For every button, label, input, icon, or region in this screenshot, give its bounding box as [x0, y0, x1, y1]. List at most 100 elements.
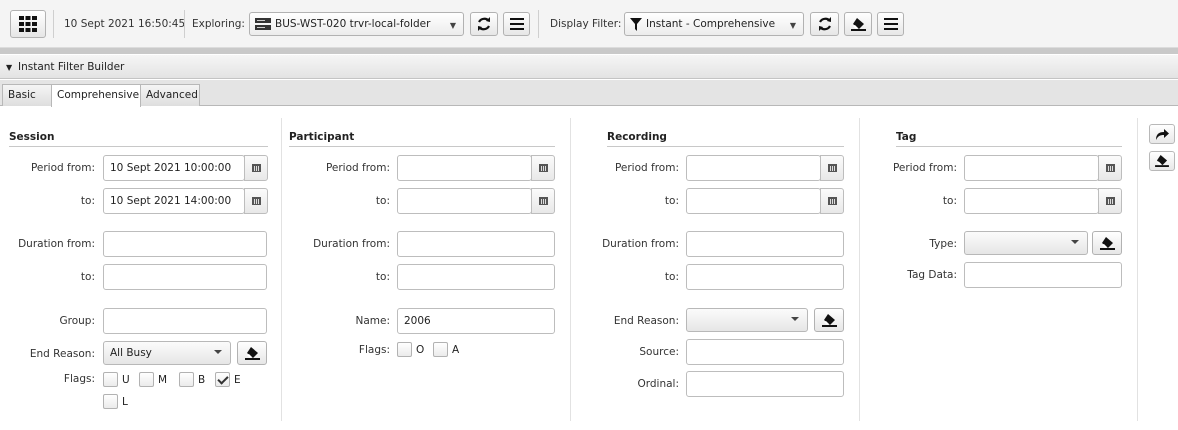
filter-tab-bar: Basic Comprehensive Advanced [0, 80, 1178, 107]
recording-period-to-input[interactable] [686, 188, 821, 214]
participant-flag-o-checkbox[interactable] [397, 342, 412, 357]
tag-data-input[interactable] [964, 262, 1122, 288]
tag-to-label: to: [942, 195, 957, 207]
session-flag-u-checkbox[interactable] [103, 372, 118, 387]
tab-comprehensive-label: Comprehensive [57, 89, 140, 101]
apply-arrow-icon [1156, 129, 1169, 140]
session-group-input[interactable] [103, 308, 267, 334]
recording-period-to-calendar-button[interactable] [820, 188, 844, 214]
recording-period-from-input[interactable] [686, 155, 821, 181]
session-flag-e-label: E [234, 374, 241, 386]
calendar-icon [538, 164, 548, 172]
participant-name-input[interactable]: 2006 [397, 308, 555, 334]
session-period-from-input[interactable]: 10 Sept 2021 10:00:00 [103, 155, 245, 181]
participant-flags-label: Flags: [358, 344, 390, 356]
collapse-triangle-icon[interactable]: ▼ [6, 63, 12, 72]
recording-end-reason-dropdown[interactable] [686, 308, 808, 332]
tab-basic[interactable]: Basic [2, 84, 52, 106]
exploring-value: BUS-WST-020 trvr-local-folder [275, 18, 431, 30]
eraser-icon [850, 17, 866, 31]
tag-type-clear-button[interactable] [1092, 231, 1122, 255]
participant-name-label: Name: [355, 315, 390, 327]
participant-period-to-input[interactable] [397, 188, 532, 214]
participant-period-from-input[interactable] [397, 155, 532, 181]
participant-duration-to-label: to: [375, 271, 390, 283]
refresh-icon [818, 17, 831, 31]
tag-period-from-calendar-button[interactable] [1098, 155, 1122, 181]
session-flag-b-label: B [198, 374, 206, 386]
filter-builder-title: Instant Filter Builder [18, 61, 125, 73]
chevron-down-icon [791, 317, 799, 321]
recording-ordinal-label: Ordinal: [637, 378, 679, 390]
apply-filter-button[interactable] [1149, 124, 1175, 144]
participant-period-from-calendar-button[interactable] [531, 155, 555, 181]
apps-grid-icon [19, 16, 37, 32]
recording-end-reason-clear-button[interactable] [814, 308, 844, 332]
column-divider [1137, 118, 1138, 421]
recording-source-input[interactable] [686, 339, 844, 365]
session-flag-e-checkbox[interactable] [215, 372, 230, 387]
recording-source-label: Source: [639, 346, 679, 358]
session-period-to-input[interactable]: 10 Sept 2021 14:00:00 [103, 188, 245, 214]
clear-filter-button[interactable] [844, 12, 872, 36]
session-flags-label: Flags: [63, 373, 95, 385]
eraser-icon [1155, 155, 1169, 167]
chevron-down-icon [214, 350, 222, 354]
session-group-label: Group: [59, 315, 95, 327]
session-duration-to-input[interactable] [103, 264, 267, 290]
tag-period-to-input[interactable] [964, 188, 1099, 214]
session-flag-l-checkbox[interactable] [103, 394, 118, 409]
recording-duration-from-input[interactable] [686, 231, 844, 257]
section-rule [289, 146, 555, 147]
eraser-icon [1099, 236, 1115, 250]
session-flag-b-checkbox[interactable] [179, 372, 194, 387]
chevron-down-icon: ▼ [449, 21, 456, 30]
recording-duration-to-input[interactable] [686, 264, 844, 290]
display-filter-combo[interactable]: Instant - Comprehensive ▼ [624, 12, 804, 36]
exploring-label: Exploring: [192, 18, 245, 30]
recording-ordinal-input[interactable] [686, 371, 844, 397]
session-period-to-calendar-button[interactable] [244, 188, 268, 214]
apps-menu-button[interactable] [10, 10, 46, 38]
tag-data-label: Tag Data: [907, 269, 957, 281]
participant-title: Participant [289, 131, 355, 143]
participant-duration-from-input[interactable] [397, 231, 555, 257]
participant-flag-a-checkbox[interactable] [433, 342, 448, 357]
section-rule [896, 146, 1122, 147]
clear-all-button[interactable] [1149, 151, 1175, 171]
session-end-reason-clear-button[interactable] [237, 341, 267, 365]
section-rule [9, 146, 268, 147]
session-period-from-calendar-button[interactable] [244, 155, 268, 181]
exploring-combo[interactable]: BUS-WST-020 trvr-local-folder ▼ [249, 12, 464, 36]
session-end-reason-dropdown[interactable]: All Busy [103, 341, 231, 365]
recording-period-from-label: Period from: [614, 162, 679, 174]
tag-period-from-label: Period from: [892, 162, 957, 174]
top-toolbar: 10 Sept 2021 16:50:45 Exploring: BUS-WST… [0, 0, 1178, 48]
filter-menu-button[interactable] [877, 12, 904, 36]
tab-advanced[interactable]: Advanced [140, 84, 200, 106]
display-filter-label: Display Filter: [550, 18, 622, 30]
session-end-reason-value: All Busy [110, 347, 152, 359]
session-flag-m-checkbox[interactable] [139, 372, 154, 387]
participant-duration-to-input[interactable] [397, 264, 555, 290]
exploring-menu-button[interactable] [503, 12, 530, 36]
tag-period-to-calendar-button[interactable] [1098, 188, 1122, 214]
tag-period-from-input[interactable] [964, 155, 1099, 181]
refresh-icon [478, 17, 490, 31]
toolbar-separator [538, 10, 539, 38]
tab-basic-label: Basic [8, 89, 36, 101]
session-duration-to-label: to: [80, 271, 95, 283]
filter-builder-header[interactable]: ▼ Instant Filter Builder [0, 55, 1178, 79]
tab-comprehensive[interactable]: Comprehensive [51, 84, 141, 107]
participant-period-to-calendar-button[interactable] [531, 188, 555, 214]
tag-type-dropdown[interactable] [964, 231, 1088, 255]
session-duration-from-input[interactable] [103, 231, 267, 257]
eraser-icon [244, 346, 260, 360]
participant-to-label: to: [375, 195, 390, 207]
session-duration-from-label: Duration from: [18, 238, 95, 250]
recording-title: Recording [607, 131, 667, 143]
refresh-filter-button[interactable] [810, 12, 839, 36]
refresh-exploring-button[interactable] [470, 12, 498, 36]
section-rule [607, 146, 844, 147]
recording-period-from-calendar-button[interactable] [820, 155, 844, 181]
